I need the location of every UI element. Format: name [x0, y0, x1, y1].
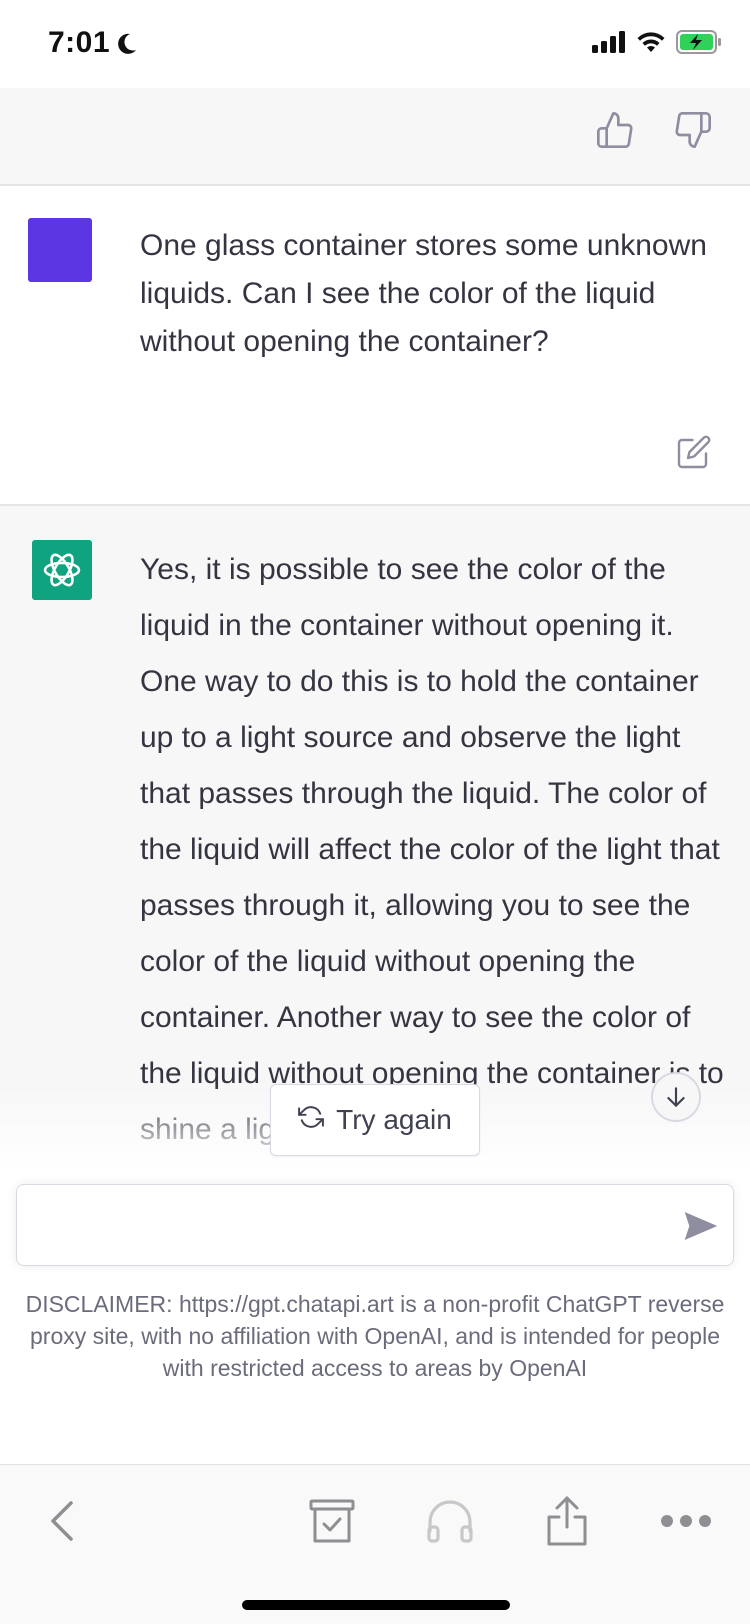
wifi-icon	[636, 31, 666, 58]
share-icon[interactable]	[537, 1489, 597, 1553]
edit-icon[interactable]	[676, 434, 712, 470]
openai-logo-icon	[32, 540, 92, 600]
message-input[interactable]	[16, 1184, 734, 1266]
try-again-label: Try again	[336, 1104, 452, 1135]
battery-icon	[676, 30, 722, 59]
send-icon[interactable]	[683, 1209, 718, 1243]
status-time: 7:01	[48, 26, 111, 59]
home-indicator[interactable]	[242, 1600, 510, 1610]
refresh-icon	[298, 1104, 325, 1137]
moon-icon	[116, 32, 138, 61]
composer-area: DISCLAIMER: https://gpt.chatapi.art is a…	[0, 1182, 750, 1464]
assistant-message: Yes, it is possible to see the color of …	[0, 506, 750, 1182]
assistant-message-text: Yes, it is possible to see the color of …	[140, 553, 724, 1146]
thumbs-down-icon[interactable]	[673, 110, 713, 150]
signal-icon	[592, 31, 626, 58]
headphones-icon[interactable]	[420, 1489, 480, 1553]
scroll-to-bottom-button[interactable]	[651, 1072, 701, 1122]
thumbs-up-icon[interactable]	[595, 110, 635, 150]
archive-check-icon[interactable]	[302, 1489, 362, 1553]
user-message-text: One glass container stores some unknown …	[140, 229, 707, 358]
user-avatar	[28, 218, 92, 282]
more-icon[interactable]	[656, 1489, 716, 1553]
status-bar: 7:01	[0, 0, 750, 88]
status-icons	[592, 30, 722, 59]
try-again-button[interactable]: Try again	[270, 1084, 480, 1156]
user-message: One glass container stores some unknown …	[0, 186, 750, 506]
back-chevron-icon[interactable]	[32, 1489, 92, 1553]
previous-message-footer	[0, 88, 750, 186]
disclaimer-text: DISCLAIMER: https://gpt.chatapi.art is a…	[25, 1291, 725, 1381]
